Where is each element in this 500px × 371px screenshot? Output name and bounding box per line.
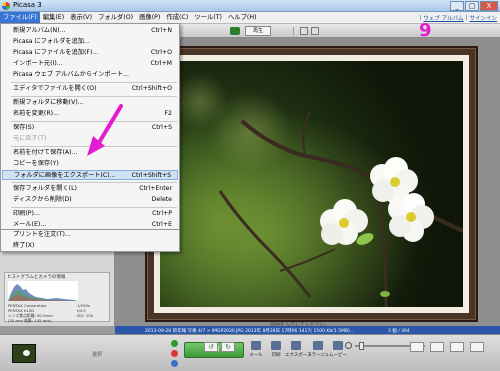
- menu-separator: [11, 182, 177, 183]
- photo-frame: [145, 46, 478, 322]
- menu-item-order-prints[interactable]: プリントを注文(T)...: [2, 230, 178, 240]
- people-button[interactable]: [430, 342, 444, 352]
- thumbnail-blossom: [23, 350, 30, 356]
- camera-info-left: PENTAX Corporation PENTAX K10D レンズ焦点距離: …: [8, 303, 53, 323]
- tray-side-icons: [171, 340, 178, 367]
- next-photo-icon[interactable]: [311, 27, 319, 35]
- menu-item-import-web-albums[interactable]: Picasa ウェブ アルバムからインポート...: [2, 70, 178, 80]
- menu-item-save-copy[interactable]: コピーを保存(Y): [2, 159, 178, 169]
- menu-item-add-file[interactable]: Picasa にファイルを追加(F)... Ctrl+O: [2, 48, 178, 58]
- menu-item-new-album[interactable]: 新規アルバム(N)... Ctrl+N: [2, 26, 178, 36]
- histogram-title: ヒストグラムとカメラの情報: [7, 275, 66, 280]
- places-button[interactable]: [450, 342, 464, 352]
- menu-separator: [11, 96, 177, 97]
- print-icon: [271, 341, 281, 350]
- menu-item-delete-from-disk[interactable]: ディスクから削除(D) Delete: [2, 195, 178, 205]
- movie-icon: [333, 341, 343, 350]
- collage-icon: [313, 341, 323, 350]
- menu-edit[interactable]: 編集(E): [40, 12, 68, 23]
- menu-file[interactable]: ファイル(F): [0, 12, 40, 23]
- camera-info-right: 1/250s f/4.5 ISO: 100: [77, 303, 93, 318]
- bottom-tray: 選択 共有 ↺ ↻ メール 印刷 エクスポート コラージュ ムービー: [0, 334, 500, 371]
- rotate-left-button[interactable]: ↺: [204, 342, 218, 352]
- menu-help[interactable]: ヘルプ(H): [225, 12, 260, 23]
- zoom-slider[interactable]: [345, 342, 440, 350]
- print-label: 印刷: [271, 353, 281, 358]
- annotation-arrow-icon: [87, 104, 123, 156]
- menu-folder[interactable]: フォルダ(O): [95, 12, 136, 23]
- movie-label: ムービー: [329, 353, 347, 358]
- main-photo[interactable]: [160, 61, 463, 307]
- back-to-library-button[interactable]: [230, 27, 240, 35]
- email-label: メール: [249, 353, 263, 358]
- zoom-out-icon[interactable]: [345, 342, 352, 349]
- iso: ISO: 100: [77, 313, 94, 318]
- rotate-right-button[interactable]: ↻: [221, 342, 235, 352]
- selection-label: 選択: [92, 352, 103, 358]
- histogram-panel: ヒストグラムとカメラの情報 PENTAX Corporation PENTAX …: [4, 272, 110, 323]
- email-icon: [251, 341, 261, 350]
- collage-button[interactable]: コラージュ: [307, 341, 329, 358]
- sign-in-link[interactable]: サインイン: [469, 14, 497, 22]
- tag-button[interactable]: [410, 342, 424, 352]
- link-separator: |: [465, 14, 468, 21]
- menu-item-open-in-editor[interactable]: エディタでファイルを開く(O) Ctrl+Shift+O: [2, 84, 178, 94]
- file-info-text: 2013-09-28 新年報 写真 4/7 > IMGP2030.JPG 201…: [145, 328, 355, 334]
- menu-item-email[interactable]: メール(E)... Ctrl+E: [2, 220, 178, 230]
- menu-item-exit[interactable]: 終了(X): [2, 241, 178, 251]
- clear-tray-icon[interactable]: [171, 350, 178, 357]
- toolbar-divider: [293, 27, 294, 35]
- collage-label: コラージュ: [307, 353, 330, 358]
- export-label: エクスポート: [285, 353, 312, 358]
- menu-item-open-save-folder[interactable]: 保存フォルダを開く(L) Ctrl+Enter: [2, 184, 178, 194]
- menu-tools[interactable]: ツール(T): [191, 12, 225, 23]
- menu-item-print[interactable]: 印刷(P)... Ctrl+P: [2, 209, 178, 219]
- focal-length-35mm: (35 mm 換算: 135 mm): [8, 318, 52, 323]
- print-button[interactable]: 印刷: [265, 341, 287, 358]
- prev-photo-icon[interactable]: [300, 27, 308, 35]
- add-to-album-icon[interactable]: [171, 360, 178, 367]
- zoom-thumb[interactable]: [359, 342, 364, 350]
- menu-item-import[interactable]: インポート元(I)... Ctrl+M: [2, 59, 178, 69]
- menu-item-export-to-folder[interactable]: フォルダに画像をエクスポート(C)... Ctrl+Shift+S: [2, 170, 178, 180]
- photo-mat: [154, 55, 469, 313]
- hold-tray-icon[interactable]: [171, 340, 178, 347]
- minimize-button[interactable]: _: [450, 1, 464, 11]
- photo-count: 3 個 / 394: [388, 328, 410, 334]
- export-icon: [291, 341, 301, 350]
- menu-create[interactable]: 作成(C): [163, 12, 191, 23]
- status-bar: 2013-09-28 新年報 写真 4/7 > IMGP2030.JPG 201…: [115, 326, 500, 334]
- file-menu-dropdown-tail: プリントを注文(T)... 終了(X): [0, 230, 180, 252]
- email-button[interactable]: メール: [245, 341, 267, 358]
- histogram-graph: [8, 281, 78, 301]
- window-title: Picasa 3: [13, 1, 42, 9]
- close-button[interactable]: X: [480, 1, 498, 11]
- menu-view[interactable]: 表示(V): [67, 12, 95, 23]
- selected-photo-thumbnail[interactable]: [12, 344, 36, 363]
- annotation-step-number: 9: [419, 20, 432, 41]
- menu-item-add-folder[interactable]: Picasa にフォルダを追加...: [2, 37, 178, 47]
- picasa-logo-icon: [2, 2, 10, 10]
- menu-separator: [11, 207, 177, 208]
- picasa-window: Picasa 3 _ □ X ファイル(F) 編集(E) 表示(V) フォルダ(…: [0, 0, 500, 371]
- info-button[interactable]: [470, 342, 484, 352]
- play-slideshow-button[interactable]: 再生: [245, 26, 271, 36]
- export-button[interactable]: エクスポート: [285, 341, 312, 358]
- cherry-blossom-photo: [160, 61, 463, 307]
- menu-picture[interactable]: 画像(P): [136, 12, 163, 23]
- maximize-button[interactable]: □: [465, 1, 479, 11]
- title-bar: Picasa 3 _ □ X: [0, 0, 500, 12]
- menu-separator: [11, 82, 177, 83]
